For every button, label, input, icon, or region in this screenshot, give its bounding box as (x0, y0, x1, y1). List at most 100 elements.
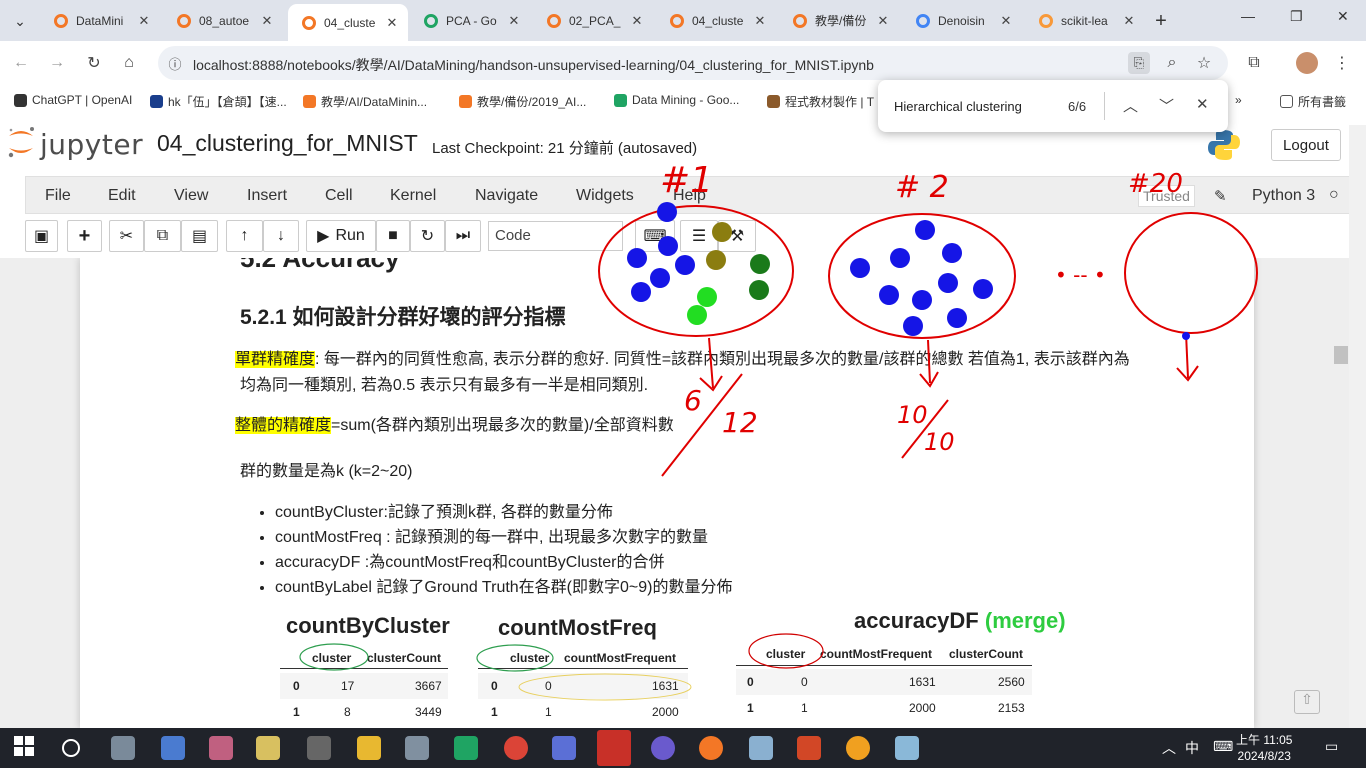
menu-file[interactable]: File (45, 187, 71, 205)
scroll-to-top-icon[interactable]: ⇧ (1294, 690, 1320, 714)
find-input[interactable]: Hierarchical clustering (894, 99, 1022, 114)
home-icon[interactable]: ⌂ (118, 52, 140, 74)
menu-kernel[interactable]: Kernel (390, 187, 436, 205)
restore-button[interactable]: ❐ (1290, 8, 1303, 25)
cell-type-select[interactable]: Code (488, 221, 623, 251)
scrollbar-thumb[interactable] (1334, 346, 1348, 364)
notebook-name[interactable]: 04_clustering_for_MNIST (157, 130, 418, 157)
system-clock[interactable]: 上午 11:05 2024/8/23 (1236, 732, 1292, 764)
powerpoint-icon[interactable] (797, 736, 821, 760)
notification-icon[interactable]: ▭ (1325, 738, 1338, 755)
menu-edit[interactable]: Edit (108, 187, 136, 205)
ime-indicator[interactable]: 中 (1185, 738, 1199, 758)
kernel-name[interactable]: Python 3 (1252, 187, 1315, 205)
menu-widgets[interactable]: Widgets (576, 187, 634, 205)
list-icon[interactable]: ☰ (680, 220, 718, 252)
browser-tab[interactable]: Denoisin ✕ (902, 6, 1022, 35)
menu-insert[interactable]: Insert (247, 187, 287, 205)
menu-view[interactable]: View (174, 187, 208, 205)
tab-close-icon[interactable]: ✕ (136, 13, 152, 29)
page-scan-icon[interactable]: ⎘ (1128, 52, 1150, 74)
zoom-icon[interactable]: ⌕ (1161, 52, 1183, 74)
move-down-icon[interactable]: ↓ (263, 220, 299, 252)
tab-close-icon[interactable]: ✕ (998, 13, 1014, 29)
browser-tab[interactable]: 教學/備份 ✕ (779, 6, 899, 35)
bookmark-item[interactable]: 教學/備份/2019_AI... (459, 93, 586, 110)
jupyter-app-icon[interactable] (699, 736, 723, 760)
address-bar[interactable]: ⓘ localhost:8888/notebooks/教學/AI/DataMin… (158, 46, 1228, 80)
tab-close-icon[interactable]: ✕ (875, 13, 891, 29)
tab-close-icon[interactable]: ✕ (259, 13, 275, 29)
new-tab-button[interactable]: + (1147, 7, 1175, 35)
notes-app-icon[interactable] (256, 736, 280, 760)
edit-pencil-icon[interactable]: ✎ (1214, 187, 1227, 205)
profile-avatar[interactable] (1296, 52, 1318, 74)
file-explorer-icon[interactable] (357, 736, 381, 760)
search-icon[interactable] (62, 739, 80, 757)
camera-app-icon[interactable] (307, 736, 331, 760)
all-bookmarks[interactable]: 所有書籤 (1280, 93, 1346, 110)
task-view-icon[interactable] (111, 736, 135, 760)
jupyter-logo-icon[interactable] (6, 122, 36, 162)
network-app-icon[interactable] (161, 736, 185, 760)
windows-start-icon[interactable] (14, 736, 38, 760)
logout-button[interactable]: Logout (1271, 129, 1341, 161)
minimize-button[interactable]: — (1241, 8, 1255, 24)
find-close-icon[interactable]: ✕ (1196, 95, 1209, 113)
bookmark-item[interactable]: ChatGPT | OpenAI (14, 93, 132, 107)
jupyter-wordmark[interactable]: jupyter (40, 128, 143, 161)
browser-tab[interactable]: scikit-lea ✕ (1025, 6, 1145, 35)
fast-forward-icon[interactable]: ⏭ (445, 220, 481, 252)
find-previous-icon[interactable]: ︿ (1123, 95, 1138, 116)
tab-close-icon[interactable]: ✕ (752, 13, 768, 29)
menu-cell[interactable]: Cell (325, 187, 353, 205)
webex-icon[interactable] (552, 736, 576, 760)
browser-tab[interactable]: DataMini ✕ (40, 6, 160, 35)
bookmark-star-icon[interactable]: ☆ (1193, 52, 1215, 74)
browser-tab[interactable]: 04_cluste ✕ (288, 4, 408, 41)
run-button[interactable]: ▶ Run (306, 220, 376, 252)
tab-close-icon[interactable]: ✕ (506, 13, 522, 29)
keyboard-icon[interactable]: ⌨ (635, 220, 675, 252)
reload-icon[interactable]: ↻ (83, 52, 105, 74)
chat-app-icon[interactable] (651, 736, 675, 760)
tray-expand-icon[interactable]: ︿ (1162, 738, 1176, 758)
find-next-icon[interactable]: ﹀ (1159, 95, 1174, 116)
paint-app-icon[interactable] (209, 736, 233, 760)
trusted-badge[interactable]: Trusted (1138, 185, 1195, 207)
hammer-icon[interactable]: ⚒ (718, 220, 756, 252)
draw-app-icon[interactable] (895, 736, 919, 760)
tab-search-button[interactable]: ⌄ (6, 7, 34, 35)
browser-tab[interactable]: 04_cluste ✕ (656, 6, 776, 35)
tab-close-icon[interactable]: ✕ (629, 13, 645, 29)
tab-close-icon[interactable]: ✕ (384, 15, 400, 31)
keyboard-layout-icon[interactable]: ⌨ (1213, 738, 1233, 755)
menu-help[interactable]: Help (673, 187, 706, 205)
bookmark-item[interactable]: 教學/AI/DataMinin... (303, 93, 427, 110)
tab-close-icon[interactable]: ✕ (1121, 13, 1137, 29)
paste-icon[interactable]: ▤ (181, 220, 218, 252)
bookmarks-overflow-icon[interactable]: » (1235, 93, 1242, 107)
menu-navigate[interactable]: Navigate (475, 187, 538, 205)
back-icon[interactable]: ← (10, 52, 32, 74)
search-app-icon[interactable] (846, 736, 870, 760)
browser-tab[interactable]: 02_PCA_ ✕ (533, 6, 653, 35)
bookmark-item[interactable]: 程式教材製作 | T (767, 93, 874, 110)
forward-icon[interactable]: → (46, 52, 68, 74)
bookmark-item[interactable]: hk「伍」【倉頡】【速... (150, 93, 287, 110)
url-text[interactable]: localhost:8888/notebooks/教學/AI/DataMinin… (193, 55, 874, 75)
stop-icon[interactable]: ■ (376, 220, 410, 252)
cut-icon[interactable]: ✂ (109, 220, 144, 252)
browser-tab[interactable]: 08_autoe ✕ (163, 6, 283, 35)
move-up-icon[interactable]: ↑ (226, 220, 263, 252)
save-icon[interactable]: ▣ (25, 220, 58, 252)
menu-kebab-icon[interactable]: ⋮ (1331, 52, 1353, 74)
chrome-icon[interactable] (504, 736, 528, 760)
page-scrollbar[interactable] (1349, 125, 1366, 728)
screenshot-app-icon[interactable] (405, 736, 429, 760)
bookmark-item[interactable]: Data Mining - Goo... (614, 93, 739, 107)
site-info-icon[interactable]: ⓘ (164, 52, 186, 74)
restart-icon[interactable]: ↻ (410, 220, 445, 252)
insert-cell-icon[interactable]: + (67, 220, 102, 252)
browser-tab[interactable]: PCA - Go ✕ (410, 6, 530, 35)
